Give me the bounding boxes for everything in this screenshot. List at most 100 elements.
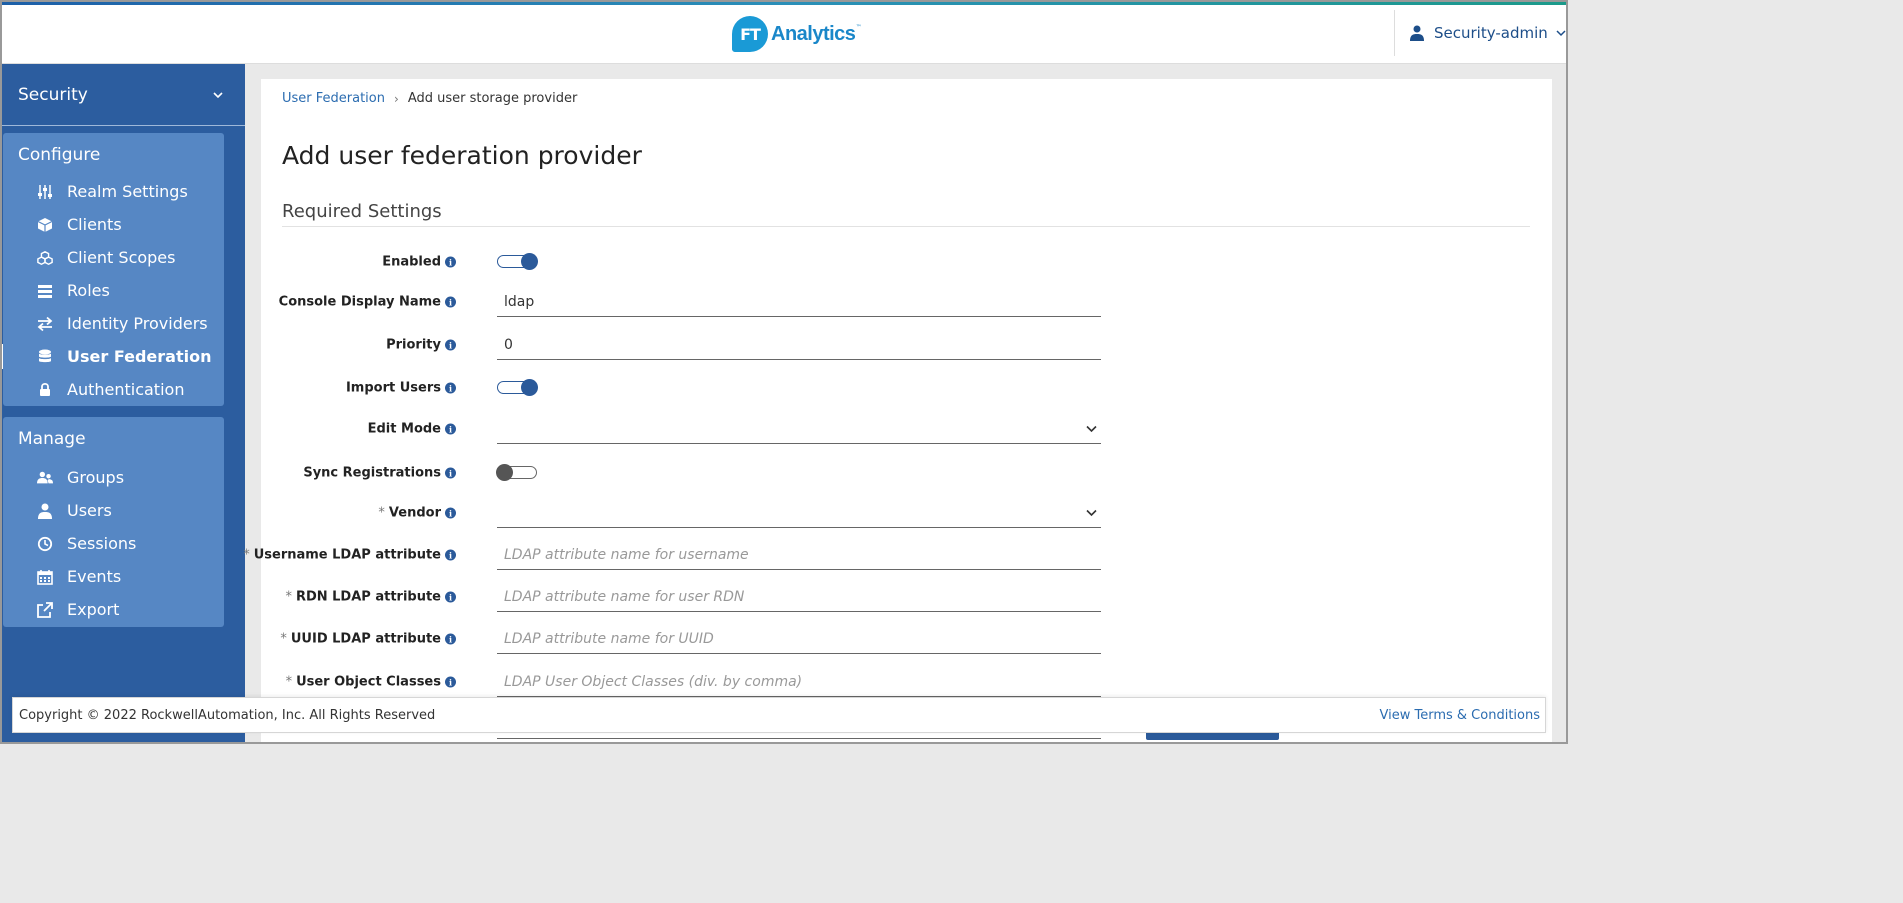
- calendar-icon: [37, 569, 53, 585]
- users-icon: [37, 470, 53, 486]
- field-label: Enabled i: [382, 255, 456, 270]
- info-icon[interactable]: i: [445, 256, 456, 268]
- field-label-text: Username LDAP attribute: [253, 547, 441, 563]
- sidebar-item-roles[interactable]: Roles: [3, 274, 224, 307]
- info-icon[interactable]: i: [445, 296, 456, 308]
- form-row-rdn-ldap-attribute: * RDN LDAP attribute i: [261, 582, 1361, 612]
- field-label: * Vendor i: [378, 506, 456, 521]
- sidebar-item-authentication[interactable]: Authentication: [3, 373, 224, 406]
- field-label-text: UUID LDAP attribute: [290, 631, 441, 647]
- chevron-down-icon: [1086, 509, 1097, 517]
- chevron-down-icon: [1086, 425, 1097, 433]
- footer: Copyright © 2022 RockwellAutomation, Inc…: [12, 697, 1546, 733]
- sidebar-item-label: Client Scopes: [67, 248, 176, 267]
- app-logo[interactable]: FT Analytics ™: [732, 14, 861, 54]
- export-icon: [37, 601, 53, 618]
- top-bar: FT Analytics ™ Security-admin: [0, 0, 1568, 64]
- breadcrumb-separator: ›: [394, 91, 399, 106]
- sidebar-item-identity-providers[interactable]: Identity Providers: [3, 307, 224, 340]
- field-label-text: Edit Mode: [367, 421, 441, 437]
- field-label: Import Users i: [346, 381, 456, 396]
- field-label: * UUID LDAP attribute i: [280, 632, 456, 647]
- console-display-name-input[interactable]: [497, 287, 1101, 317]
- sidebar-item-user-federation[interactable]: User Federation: [0, 340, 224, 373]
- chevron-down-icon: [1556, 30, 1566, 37]
- info-icon[interactable]: i: [445, 633, 456, 645]
- form-row-uuid-ldap-attribute: * UUID LDAP attribute i: [261, 624, 1361, 654]
- sync-registrations-toggle[interactable]: [496, 464, 537, 481]
- sidebar-item-label: Realm Settings: [67, 182, 188, 201]
- sidebar-item-label: Authentication: [67, 380, 185, 399]
- manage-group: Manage Groups Users Sessions Events Expo…: [3, 417, 224, 627]
- edit-mode-select[interactable]: [497, 414, 1101, 444]
- manage-group-title: Manage: [18, 429, 86, 449]
- priority-input[interactable]: [497, 330, 1101, 360]
- field-label-text: Import Users: [345, 380, 441, 396]
- enabled-toggle[interactable]: [497, 253, 538, 270]
- main-panel: User Federation › Add user storage provi…: [243, 79, 1552, 744]
- breadcrumb-link-user-federation[interactable]: User Federation: [282, 91, 385, 106]
- configure-group: Configure Realm Settings Clients Client …: [0, 133, 224, 406]
- required-marker: *: [285, 674, 293, 690]
- toggle-knob: [496, 464, 513, 481]
- info-icon[interactable]: i: [445, 467, 456, 479]
- uuid-ldap-attribute-input[interactable]: [497, 624, 1101, 654]
- field-label: Edit Mode i: [368, 422, 456, 437]
- realm-selector[interactable]: Security: [0, 64, 245, 126]
- required-marker: *: [280, 631, 287, 647]
- info-icon[interactable]: i: [445, 423, 456, 435]
- field-label-text: RDN LDAP attribute: [295, 589, 441, 605]
- breadcrumb: User Federation › Add user storage provi…: [282, 91, 577, 106]
- sidebar-item-clients[interactable]: Clients: [3, 208, 224, 241]
- form-row-import-users: Import Users i: [261, 373, 1361, 403]
- logo-trademark: ™: [855, 23, 862, 31]
- form-row-sync-registrations: Sync Registrations i: [261, 458, 1361, 488]
- sidebar-item-realm-settings[interactable]: Realm Settings: [3, 175, 224, 208]
- field-label: * User Object Classes i: [286, 675, 456, 690]
- field-label: Sync Registrations i: [303, 466, 456, 481]
- user-object-classes-input[interactable]: [497, 667, 1101, 697]
- exchange-icon: [37, 316, 53, 332]
- sidebar-item-export[interactable]: Export: [3, 593, 224, 626]
- terms-link[interactable]: View Terms & Conditions: [1380, 708, 1540, 723]
- sidebar-item-events[interactable]: Events: [3, 560, 224, 593]
- form-row-user-object-classes: * User Object Classes i: [261, 667, 1361, 697]
- form-row-priority: Priority i: [261, 330, 1361, 360]
- rdn-ldap-attribute-input[interactable]: [497, 582, 1101, 612]
- section-title: Required Settings: [282, 201, 442, 222]
- required-marker: *: [285, 589, 292, 605]
- user-menu[interactable]: Security-admin: [1394, 10, 1568, 56]
- list-icon: [37, 283, 53, 299]
- clock-icon: [37, 536, 53, 552]
- sidebar-item-sessions[interactable]: Sessions: [3, 527, 224, 560]
- vendor-select[interactable]: [497, 498, 1101, 528]
- field-label-text: User Object Classes: [296, 674, 441, 690]
- user-icon: [37, 503, 53, 519]
- sidebar-item-client-scopes[interactable]: Client Scopes: [3, 241, 224, 274]
- info-icon[interactable]: i: [445, 549, 456, 561]
- info-icon[interactable]: i: [445, 382, 456, 394]
- lock-icon: [37, 382, 53, 398]
- toggle-knob: [521, 379, 538, 396]
- sidebar-item-label: Clients: [67, 215, 122, 234]
- user-icon: [1410, 25, 1424, 41]
- info-icon[interactable]: i: [445, 507, 456, 519]
- info-icon[interactable]: i: [445, 339, 456, 351]
- sidebar-item-label: Roles: [67, 281, 110, 300]
- sidebar-item-label: User Federation: [67, 347, 212, 366]
- sidebar-item-label: Export: [67, 600, 120, 619]
- info-icon[interactable]: i: [445, 591, 456, 603]
- sidebar-item-label: Sessions: [67, 534, 137, 553]
- form-row-vendor: * Vendor i: [261, 498, 1361, 528]
- sidebar-item-users[interactable]: Users: [3, 494, 224, 527]
- sidebar-item-groups[interactable]: Groups: [3, 461, 224, 494]
- logo-mark: FT: [732, 16, 768, 52]
- info-icon[interactable]: i: [445, 676, 456, 688]
- top-accent-stripe: [0, 0, 1568, 5]
- form-row-edit-mode: Edit Mode i: [261, 414, 1361, 444]
- import-users-toggle[interactable]: [497, 379, 538, 396]
- username-ldap-attribute-input[interactable]: [497, 540, 1101, 570]
- sidebar-item-label: Events: [67, 567, 122, 586]
- field-label-text: Priority: [386, 337, 441, 353]
- required-marker: *: [378, 505, 385, 521]
